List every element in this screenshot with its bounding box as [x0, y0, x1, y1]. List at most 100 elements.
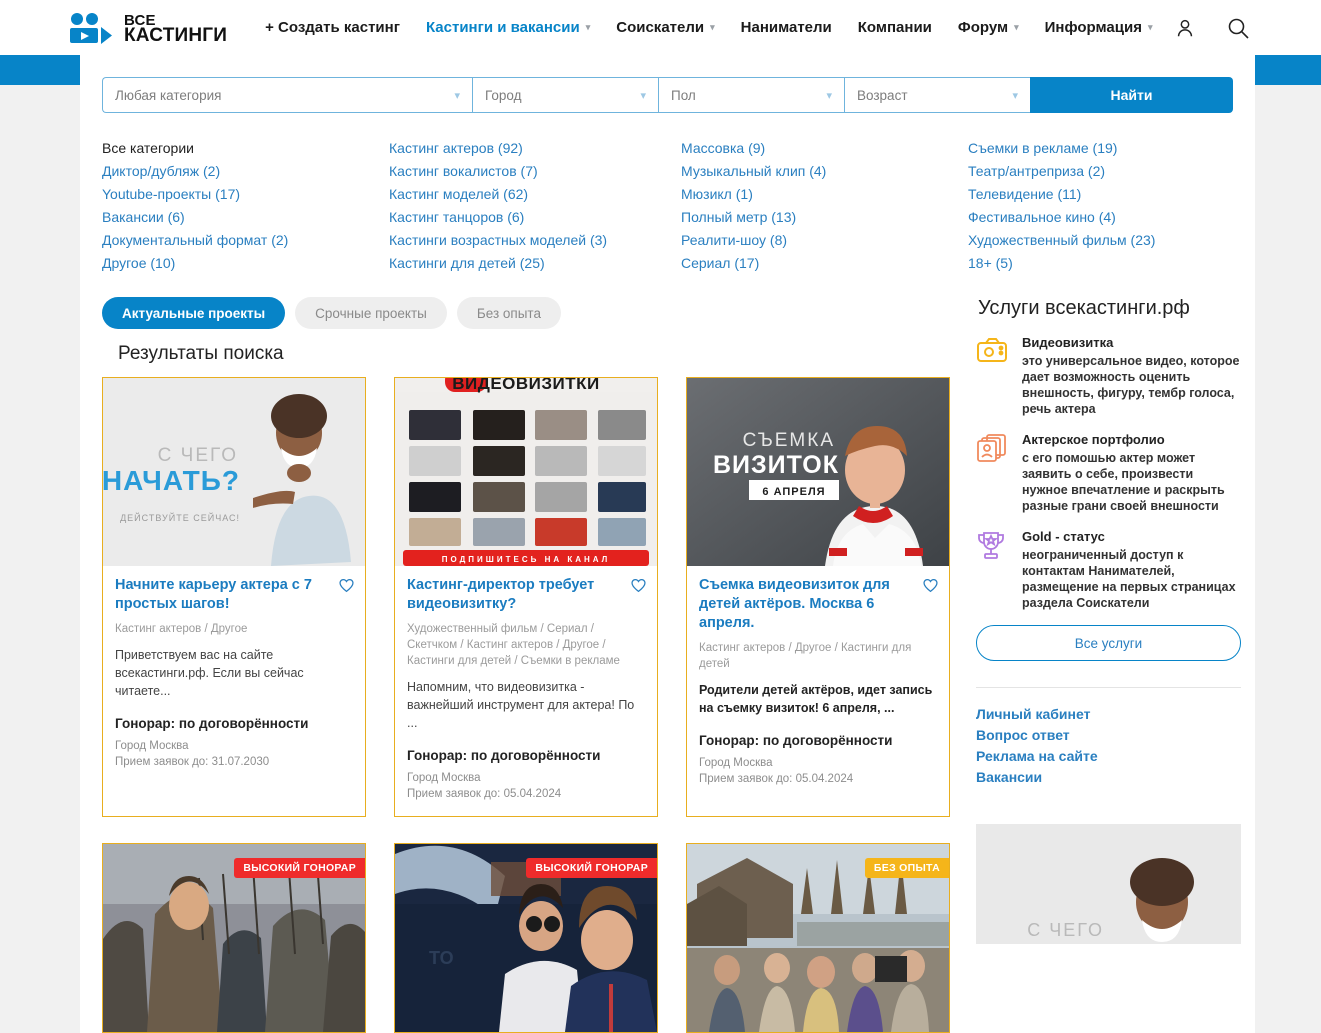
category-link[interactable]: 18+ (5): [968, 252, 1233, 275]
category-link[interactable]: Кастинг моделей (62): [389, 183, 681, 206]
card-description: Напомним, что видеовизитка - важнейший и…: [407, 680, 635, 730]
nav-item-applicants[interactable]: Соискатели ▾: [616, 19, 714, 36]
card-description: Родители детей актёров, идет запись на с…: [699, 683, 933, 715]
sidebar-link-faq[interactable]: Вопрос ответ: [976, 725, 1241, 746]
category-link[interactable]: Массовка (9): [681, 137, 968, 160]
all-services-button[interactable]: Все услуги: [976, 625, 1241, 661]
content-container: Любая категория ▾ Город ▾ Пол ▾ Возраст …: [80, 55, 1255, 1033]
filter-city-value: Город: [485, 87, 522, 103]
category-link[interactable]: Кастинги возрастных моделей (3): [389, 229, 681, 252]
category-link[interactable]: Сериал (17): [681, 252, 968, 275]
category-link[interactable]: Другое (10): [102, 252, 389, 275]
category-link[interactable]: Кастинги для детей (25): [389, 252, 681, 275]
svg-text:TO: TO: [429, 948, 454, 968]
nav-label: + Создать кастинг: [265, 19, 400, 36]
tab-no-experience[interactable]: Без опыта: [456, 297, 561, 329]
status-badge: ВЫСОКИЙ ГОНОРАР: [234, 858, 365, 878]
category-all: Все категории: [102, 140, 194, 156]
nav-item-companies[interactable]: Компании: [858, 19, 932, 36]
nav-item-employers[interactable]: Наниматели: [741, 19, 832, 36]
service-item-portfolio[interactable]: Актерское портфолио с его помошью актер …: [976, 431, 1241, 514]
results-grid-row-1: С ЧЕГО НАЧАТЬ? ДЕЙСТВУЙТЕ СЕЙЧАС! Начнит…: [102, 377, 950, 817]
divider: [976, 687, 1241, 688]
casting-card[interactable]: ВЫСОКИЙ ГОНОРАР: [102, 843, 366, 1033]
category-link[interactable]: Мюзикл (1): [681, 183, 968, 206]
chevron-down-icon: ▾: [585, 22, 591, 32]
casting-card[interactable]: БЕЗ ОПЫТА: [686, 843, 950, 1033]
search-icon[interactable]: [1226, 16, 1250, 40]
filter-gender-select[interactable]: Пол ▾: [658, 77, 844, 113]
filter-age-value: Возраст: [857, 87, 908, 103]
nav-label: Форум: [957, 19, 1009, 36]
category-link[interactable]: Youtube-проекты (17): [102, 183, 389, 206]
chevron-down-icon: ▾: [826, 89, 832, 102]
filter-gender-value: Пол: [671, 87, 696, 103]
category-column-4: Съемки в рекламе (19) Театр/антреприза (…: [968, 137, 1233, 275]
card-categories: Кастинг актеров / Другое: [115, 623, 248, 635]
category-link[interactable]: Фестивальное кино (4): [968, 206, 1233, 229]
category-link[interactable]: Художественный фильм (23): [968, 229, 1233, 252]
casting-card[interactable]: TO ВЫСОКИЙ ГОНОРАР: [394, 843, 658, 1033]
category-link[interactable]: Кастинг танцоров (6): [389, 206, 681, 229]
tab-current-projects[interactable]: Актуальные проекты: [102, 297, 286, 329]
card-image: С ЧЕГО НАЧАТЬ? ДЕЙСТВУЙТЕ СЕЙЧАС!: [103, 378, 365, 566]
favorite-heart-icon[interactable]: [338, 577, 355, 598]
tab-urgent-projects[interactable]: Срочные проекты: [295, 297, 447, 329]
category-link[interactable]: Театр/антреприза (2): [968, 160, 1233, 183]
photos-stack-icon: [976, 431, 1010, 514]
category-links-grid: Все категории Диктор/дубляж (2) Youtube-…: [80, 113, 1255, 275]
chevron-down-icon: ▾: [710, 22, 715, 32]
service-description: неограниченный доступ к контактам Нанима…: [1022, 548, 1236, 610]
nav-item-create-casting[interactable]: + Создать кастинг: [265, 19, 400, 36]
card-categories: Художественный фильм / Сериал / Скетчком…: [407, 623, 620, 667]
category-link[interactable]: Полный метр (13): [681, 206, 968, 229]
user-icon[interactable]: [1174, 17, 1196, 39]
category-link[interactable]: Документальный формат (2): [102, 229, 389, 252]
casting-card[interactable]: С ЧЕГО НАЧАТЬ? ДЕЙСТВУЙТЕ СЕЙЧАС! Начнит…: [102, 377, 366, 817]
sidebar-links: Личный кабинет Вопрос ответ Реклама на с…: [976, 704, 1241, 788]
service-text: Актерское портфолио с его помошью актер …: [1022, 431, 1241, 514]
category-link[interactable]: Телевидение (11): [968, 183, 1233, 206]
service-description: с его помошью актер может заявить о себе…: [1022, 451, 1225, 513]
service-description: это универсальное видео, которое дает во…: [1022, 354, 1240, 416]
sidebar-link-vacancies[interactable]: Вакансии: [976, 767, 1241, 788]
card-categories: Кастинг актеров / Другое / Кастинги для …: [699, 642, 912, 670]
category-link[interactable]: Кастинг вокалистов (7): [389, 160, 681, 183]
card-title[interactable]: Съемка видеовизиток для детей актёров. М…: [699, 576, 937, 633]
card-title[interactable]: Начните карьеру актера с 7 простых шагов…: [115, 576, 353, 614]
filter-category-select[interactable]: Любая категория ▾: [102, 77, 472, 113]
casting-card[interactable]: СЪЕМКА ВИЗИТОК 6 АПРЕЛЯ Съемка видеовизи…: [686, 377, 950, 817]
site-logo[interactable]: ВСЕ КАСТИНГИ: [68, 12, 227, 45]
card-title[interactable]: Кастинг-директор требует видеовизитку?: [407, 576, 645, 614]
card-description: Приветствуем вас на сайте всекастинги.рф…: [115, 648, 304, 698]
svg-text:С ЧЕГО: С ЧЕГО: [1027, 920, 1104, 940]
category-link[interactable]: Кастинг актеров (92): [389, 137, 681, 160]
filter-city-select[interactable]: Город ▾: [472, 77, 658, 113]
category-link[interactable]: Реалити-шоу (8): [681, 229, 968, 252]
service-item-video-card[interactable]: Видеовизитка это универсальное видео, ко…: [976, 334, 1241, 417]
category-link[interactable]: Диктор/дубляж (2): [102, 160, 389, 183]
results-column: Актуальные проекты Срочные проекты Без о…: [102, 275, 950, 1033]
nav-item-information[interactable]: Информация ▾: [1045, 19, 1153, 36]
filter-age-select[interactable]: Возраст ▾: [844, 77, 1030, 113]
category-link[interactable]: Музыкальный клип (4): [681, 160, 968, 183]
search-submit-button[interactable]: Найти: [1030, 77, 1233, 113]
category-column-3: Массовка (9) Музыкальный клип (4) Мюзикл…: [681, 137, 968, 275]
favorite-heart-icon[interactable]: [922, 577, 939, 598]
camera-icon: [976, 334, 1010, 417]
favorite-heart-icon[interactable]: [630, 577, 647, 598]
video-camera-logo-icon: [68, 12, 116, 44]
logo-wordmark: ВСЕ КАСТИНГИ: [124, 13, 227, 45]
svg-text:ПОДПИШИТЕСЬ НА КАНАЛ: ПОДПИШИТЕСЬ НА КАНАЛ: [442, 555, 611, 564]
card-fee: Гонорар: по договорённости: [407, 748, 601, 763]
card-city: Город Москва: [115, 740, 189, 752]
service-item-gold-status[interactable]: Gold - статус неограниченный доступ к ко…: [976, 528, 1241, 611]
sidebar-link-personal-account[interactable]: Личный кабинет: [976, 704, 1241, 725]
sidebar-link-advertising[interactable]: Реклама на сайте: [976, 746, 1241, 767]
category-link[interactable]: Съемки в рекламе (19): [968, 137, 1233, 160]
casting-card[interactable]: ВИДЕОВИЗИТКИ ПОДПИШИТЕСЬ НА КАНАЛ Кастин…: [394, 377, 658, 817]
nav-item-forum[interactable]: Форум ▾: [958, 19, 1019, 36]
nav-item-castings-and-vacancies[interactable]: Кастинги и вакансии ▾: [426, 19, 590, 36]
category-link[interactable]: Вакансии (6): [102, 206, 389, 229]
sidebar-promo-banner[interactable]: С ЧЕГО: [976, 824, 1241, 944]
